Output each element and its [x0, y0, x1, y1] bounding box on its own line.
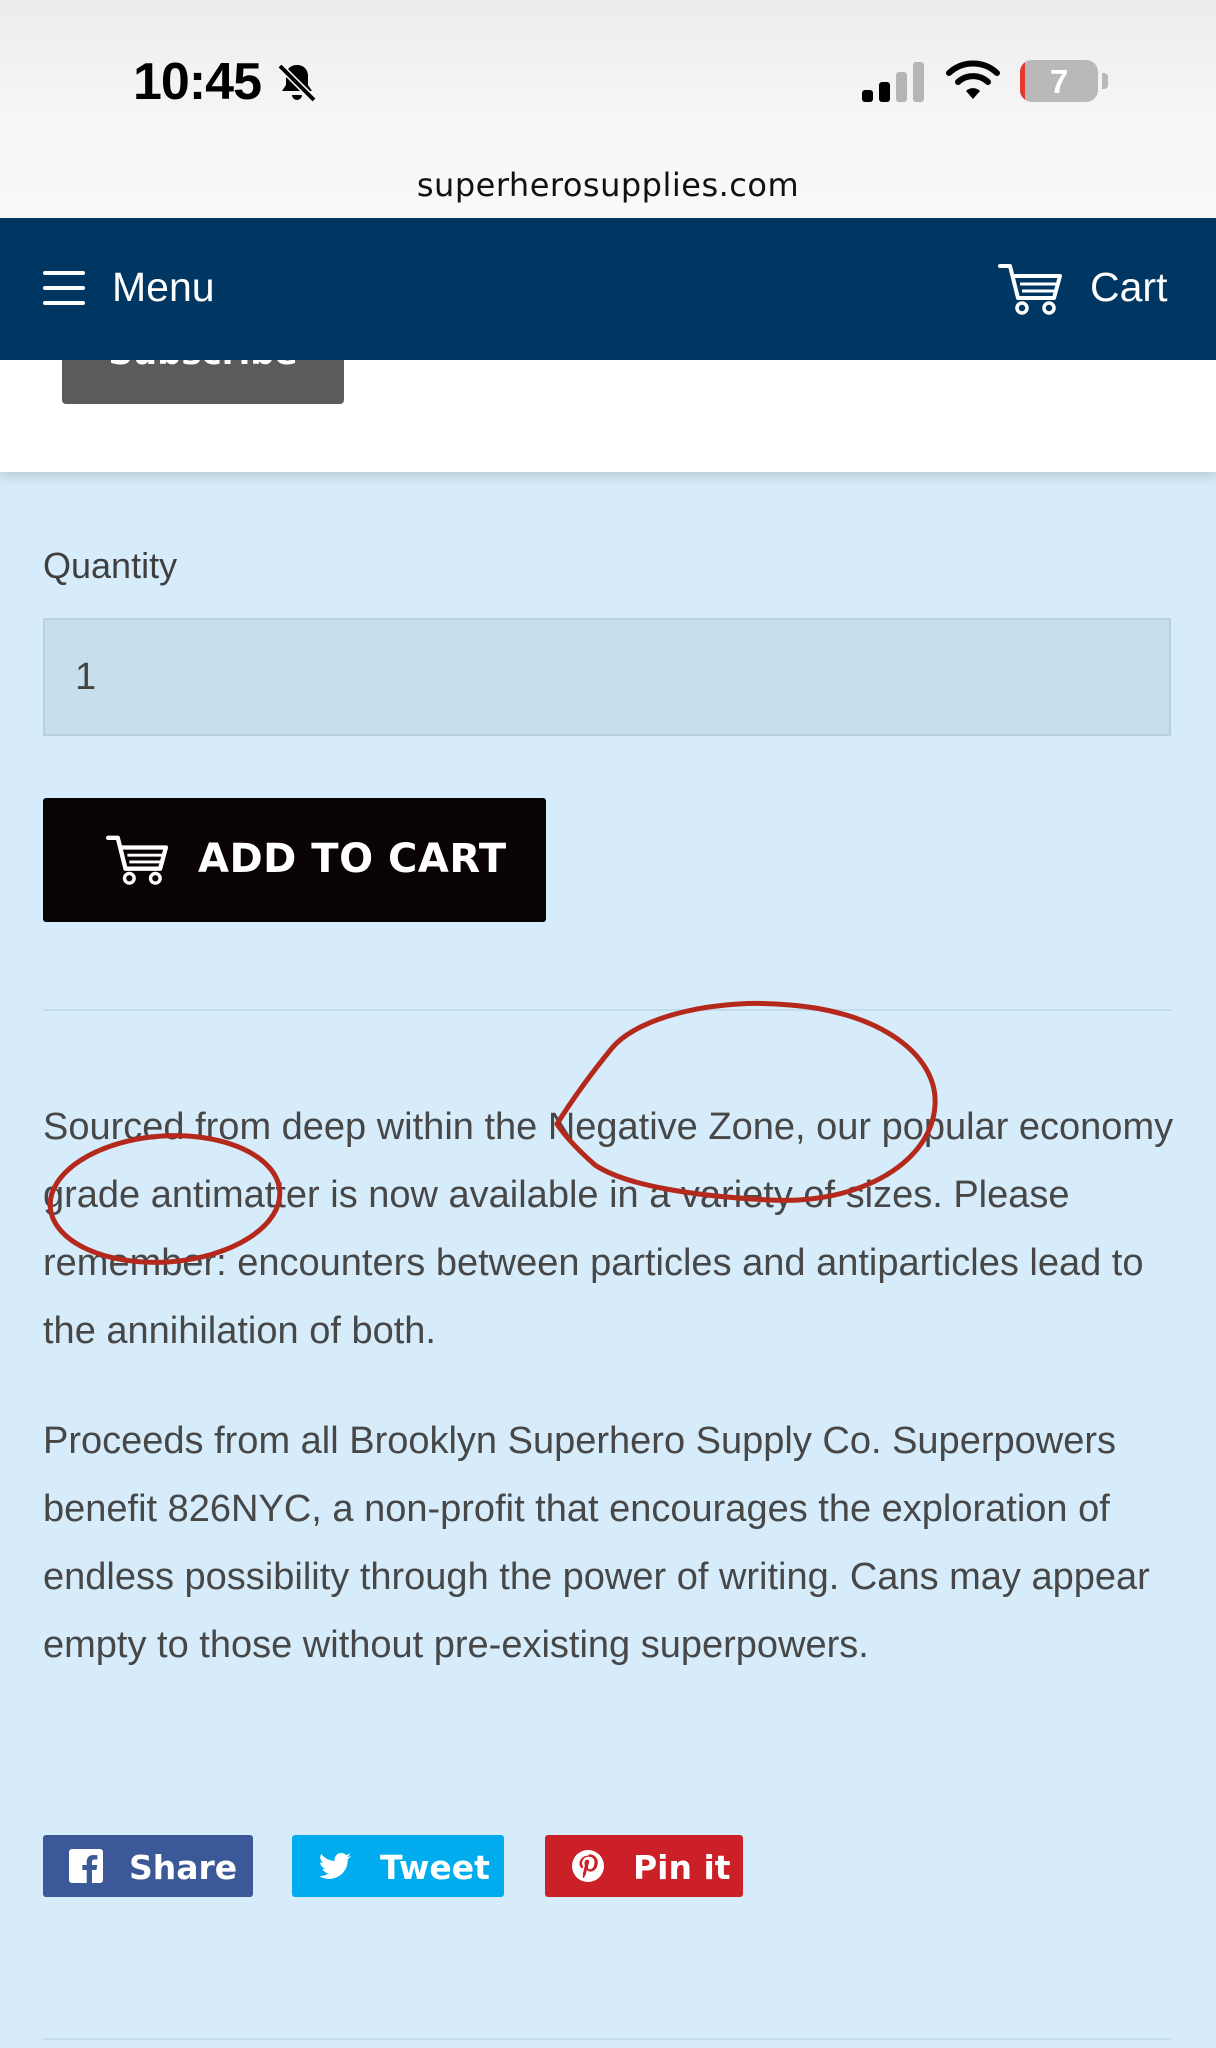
battery-level: 7: [1049, 63, 1069, 100]
site-navbar: Menu Cart: [0, 218, 1216, 360]
twitter-bird-icon: [319, 1852, 351, 1879]
divider: [43, 2038, 1171, 2040]
shopping-cart-icon[interactable]: [998, 262, 1064, 316]
status-time: 10:45: [133, 53, 262, 111]
status-bar: 10:45 7 superherosupplies.com: [0, 0, 1216, 218]
facebook-icon: [69, 1849, 103, 1883]
battery-cap: [1102, 73, 1108, 89]
newsletter-panel: Subscribe: [0, 320, 1216, 472]
quantity-input[interactable]: 1: [43, 618, 1171, 736]
shopping-cart-icon: [105, 835, 169, 885]
hamburger-menu-icon[interactable]: [43, 271, 85, 305]
twitter-tweet-label: Tweet: [380, 1848, 490, 1887]
divider: [43, 1009, 1171, 1011]
cellular-signal-icon: [862, 62, 924, 102]
facebook-share-label: Share: [129, 1848, 238, 1887]
cart-button[interactable]: Cart: [1090, 264, 1167, 311]
product-description-paragraph: Sourced from deep within the Negative Zo…: [43, 1106, 1174, 1352]
product-description-paragraph: Proceeds from all Brooklyn Superhero Sup…: [43, 1420, 1150, 1666]
address-bar-url[interactable]: superherosupplies.com: [0, 166, 1216, 204]
battery-indicator: 7: [1020, 60, 1098, 102]
pinterest-icon: [572, 1850, 604, 1882]
pinterest-pin-button[interactable]: Pin it: [545, 1835, 743, 1897]
add-to-cart-label: ADD TO CART: [198, 836, 507, 882]
bell-muted-icon: [276, 62, 318, 104]
facebook-share-button[interactable]: Share: [43, 1835, 253, 1897]
twitter-tweet-button[interactable]: Tweet: [292, 1835, 504, 1897]
add-to-cart-button[interactable]: ADD TO CART: [43, 798, 546, 922]
quantity-label: Quantity: [43, 545, 178, 586]
wifi-icon: [946, 60, 1000, 99]
pinterest-pin-label: Pin it: [633, 1848, 731, 1887]
menu-button[interactable]: Menu: [112, 264, 215, 311]
